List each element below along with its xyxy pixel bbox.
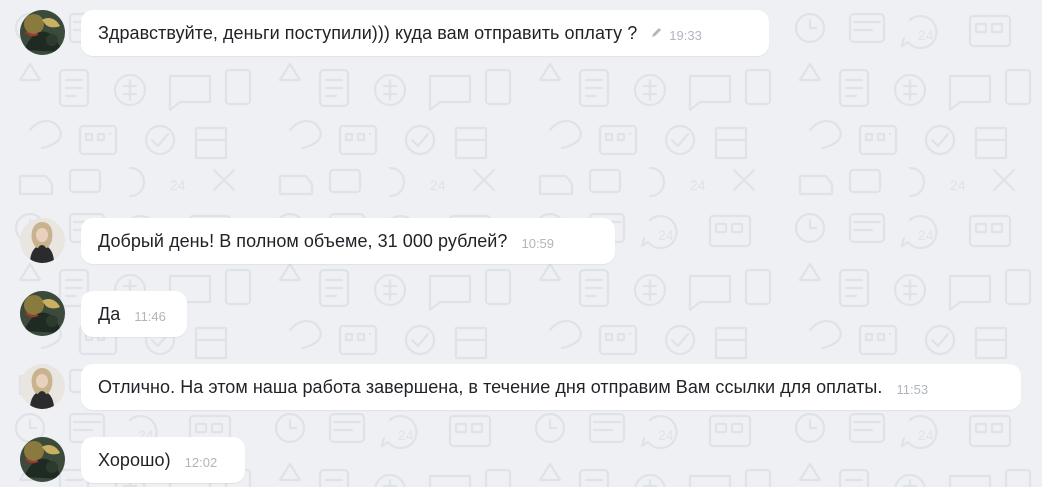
message-item: Здравствуйте, деньги поступили))) куда в…: [0, 10, 1042, 58]
message-time: 11:53: [896, 381, 929, 397]
message-meta: 11:53: [896, 382, 928, 397]
client-avatar-image: [20, 10, 65, 55]
avatar-manager[interactable]: [20, 364, 65, 409]
message-time: 19:33: [669, 27, 702, 43]
message-bubble[interactable]: Отлично. На этом наша работа завершена, …: [81, 364, 1021, 410]
message-text: Хорошо): [98, 449, 171, 470]
message-item: Да 11:46: [0, 291, 1042, 339]
client-avatar-image: [20, 437, 65, 482]
message-time: 12:02: [184, 454, 218, 470]
client-avatar-image: [20, 291, 65, 336]
message-meta: 12:02: [185, 455, 218, 470]
message-text: Да: [98, 303, 121, 324]
message-meta: 11:46: [134, 309, 166, 324]
manager-avatar-image: [20, 364, 65, 409]
avatar-client[interactable]: [20, 10, 65, 55]
message-text: Здравствуйте, деньги поступили))) куда в…: [98, 22, 638, 43]
message-item: Хорошо) 12:02: [0, 437, 1042, 485]
avatar-client[interactable]: [20, 291, 65, 336]
message-bubble[interactable]: Добрый день! В полном объеме, 31 000 руб…: [81, 218, 615, 264]
message-bubble[interactable]: Да 11:46: [81, 291, 187, 337]
message-bubble[interactable]: Хорошо) 12:02: [81, 437, 245, 483]
chat-message-list[interactable]: Здравствуйте, деньги поступили))) куда в…: [0, 0, 1042, 487]
message-text: Отлично. На этом наша работа завершена, …: [98, 376, 883, 397]
message-text: Добрый день! В полном объеме, 31 000 руб…: [98, 230, 508, 251]
pencil-icon: [651, 25, 663, 43]
message-time: 11:46: [134, 308, 166, 324]
avatar-manager[interactable]: [20, 218, 65, 263]
message-item: Добрый день! В полном объеме, 31 000 руб…: [0, 218, 1042, 266]
avatar-client[interactable]: [20, 437, 65, 482]
message-time: 10:59: [521, 235, 555, 251]
message-meta: 19:33: [651, 27, 702, 43]
message-meta: 10:59: [521, 236, 554, 251]
message-bubble[interactable]: Здравствуйте, деньги поступили))) куда в…: [81, 10, 769, 56]
message-item: Отлично. На этом наша работа завершена, …: [0, 364, 1042, 412]
manager-avatar-image: [20, 218, 65, 263]
